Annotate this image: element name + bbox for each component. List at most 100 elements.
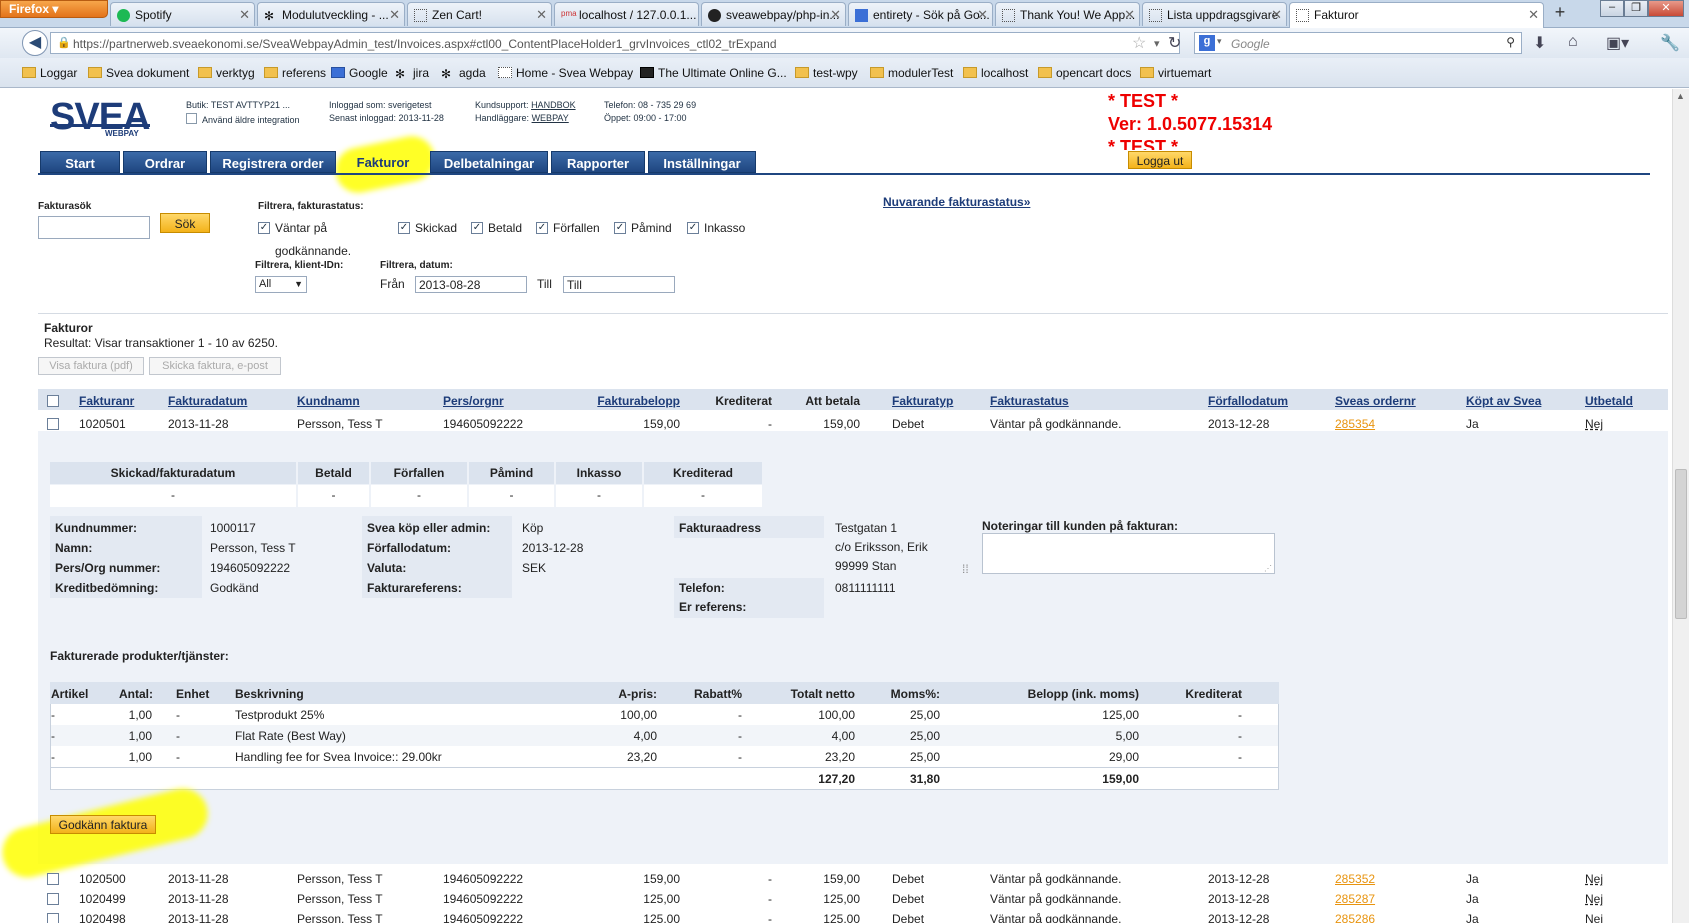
status-checkbox-inkasso[interactable]: ✓ <box>687 222 699 234</box>
close-icon[interactable]: ✕ <box>977 7 988 23</box>
bookmark-agda[interactable]: ✻ agda <box>441 66 486 81</box>
maximize-icon[interactable]: ❐ <box>1624 0 1648 17</box>
reload-icon[interactable]: ↻ <box>1168 33 1181 53</box>
notes-textarea[interactable]: ⋰ <box>982 533 1275 574</box>
col-fakturadatum[interactable]: Fakturadatum <box>168 394 247 408</box>
close-icon[interactable]: ✕ <box>536 7 547 23</box>
new-tab-button[interactable]: + <box>1548 2 1572 26</box>
row-checkbox[interactable] <box>47 913 59 923</box>
tab-github[interactable]: sveawebpay/php-in... ✕ <box>701 2 846 26</box>
addon-icon[interactable]: ▣▾ <box>1606 33 1629 53</box>
drag-handle-icon[interactable]: ⁞⁞ <box>962 562 969 576</box>
close-icon[interactable]: ✕ <box>830 7 841 23</box>
order-link[interactable]: 285352 <box>1335 872 1375 886</box>
tab-lista[interactable]: Lista uppdragsgivare ✕ <box>1142 2 1287 26</box>
nav-rapporter[interactable]: Rapporter <box>551 151 645 173</box>
logout-button[interactable]: Logga ut <box>1128 151 1192 169</box>
bookmark-home-svea[interactable]: Home - Svea Webpay <box>498 66 633 80</box>
bookmark-jira[interactable]: ✻ jira <box>395 66 429 81</box>
tab-localhost[interactable]: pma localhost / 127.0.0.1... <box>554 2 699 26</box>
page-scrollbar[interactable]: ▲ <box>1672 89 1689 923</box>
tab-zencart[interactable]: Zen Cart! ✕ <box>407 2 552 26</box>
tab-modulutveckling[interactable]: ✻ Modulutveckling - ... ✕ <box>257 2 405 26</box>
old-integration-checkbox[interactable] <box>186 113 197 124</box>
col-fakturastatus[interactable]: Fakturastatus <box>990 394 1069 408</box>
close-window-icon[interactable]: ✕ <box>1648 0 1684 17</box>
bookmark-modulertest[interactable]: modulerTest <box>870 66 953 80</box>
select-all-checkbox[interactable] <box>47 395 59 407</box>
invoice-search-input[interactable] <box>38 216 150 239</box>
bookmark-opencart[interactable]: opencart docs <box>1038 66 1131 80</box>
url-bar[interactable]: 🔒 https://partnerweb.sveaekonomi.se/SveaW… <box>50 32 1180 54</box>
bookmark-test-wpy[interactable]: test-wpy <box>795 66 858 80</box>
from-date-input[interactable]: 2013-08-28 <box>415 276 527 293</box>
downloads-icon[interactable]: ⬇ <box>1533 33 1546 53</box>
status-checkbox-skickad[interactable]: ✓ <box>398 222 410 234</box>
close-icon[interactable]: ✕ <box>1528 7 1539 23</box>
row-checkbox[interactable] <box>47 418 59 430</box>
client-select[interactable]: All ▼ <box>255 276 307 293</box>
cell-utbetald[interactable]: Nej <box>1585 892 1603 906</box>
approve-invoice-button[interactable]: Godkänn faktura <box>50 815 156 834</box>
nav-installningar[interactable]: Inställningar <box>648 151 756 173</box>
to-date-input[interactable]: Till <box>563 276 675 293</box>
dropdown-icon[interactable]: ▾ <box>1154 37 1160 50</box>
nav-registrera-order[interactable]: Registrera order <box>210 151 336 173</box>
handbok-link[interactable]: HANDBOK <box>531 100 576 110</box>
order-link[interactable]: 285286 <box>1335 912 1375 923</box>
col-fakturabelopp[interactable]: Fakturabelopp <box>580 394 680 408</box>
col-kundnamn[interactable]: Kundnamn <box>297 394 360 408</box>
status-checkbox-paamind[interactable]: ✓ <box>614 222 626 234</box>
bookmark-ultimate[interactable]: The Ultimate Online G... <box>640 66 787 80</box>
webpay-link[interactable]: WEBPAY <box>532 113 569 123</box>
close-icon[interactable]: ✕ <box>1271 7 1282 23</box>
col-fakturanr[interactable]: Fakturanr <box>79 394 134 408</box>
nav-ordrar[interactable]: Ordrar <box>123 151 207 173</box>
firefox-menu-button[interactable]: Firefox ▾ <box>0 0 108 18</box>
cell-utbetald[interactable]: Nej <box>1585 912 1603 923</box>
bookmark-localhost[interactable]: localhost <box>963 66 1028 80</box>
bookmark-svea-dokument[interactable]: Svea dokument <box>88 66 189 80</box>
col-sveas-ordernr[interactable]: Sveas ordernr <box>1335 394 1416 408</box>
current-status-link[interactable]: Nuvarande fakturastatus» <box>883 195 1030 209</box>
col-persorgnr[interactable]: Pers/orgnr <box>443 394 504 408</box>
bookmark-referens[interactable]: referens <box>264 66 326 80</box>
back-button[interactable]: ◀ <box>22 30 48 56</box>
tab-fakturor[interactable]: Fakturor ✕ <box>1289 2 1544 28</box>
home-icon[interactable]: ⌂ <box>1568 33 1578 51</box>
send-email-button[interactable]: Skicka faktura, e-post <box>149 357 281 375</box>
col-forfallodatum[interactable]: Förfallodatum <box>1208 394 1288 408</box>
nav-start[interactable]: Start <box>40 151 120 173</box>
magnifier-icon[interactable]: ⚲ <box>1506 35 1515 49</box>
cell-utbetald[interactable]: Nej <box>1585 872 1603 886</box>
search-input[interactable]: g ▾ Google ⚲ <box>1194 32 1522 54</box>
status-checkbox-betald[interactable]: ✓ <box>471 222 483 234</box>
status-checkbox-vantar[interactable]: ✓ <box>258 222 270 234</box>
col-kopt-av-svea[interactable]: Köpt av Svea <box>1466 394 1541 408</box>
row-checkbox[interactable] <box>47 873 59 885</box>
bookmark-verktyg[interactable]: verktyg <box>198 66 255 80</box>
view-pdf-button[interactable]: Visa faktura (pdf) <box>38 357 144 375</box>
close-icon[interactable]: ✕ <box>389 7 400 23</box>
minimize-icon[interactable]: – <box>1600 0 1624 17</box>
status-checkbox-forfallen[interactable]: ✓ <box>536 222 548 234</box>
order-link[interactable]: 285354 <box>1335 417 1375 431</box>
nav-fakturor[interactable]: Fakturor <box>338 151 428 173</box>
close-icon[interactable]: ✕ <box>1124 7 1135 23</box>
bookmark-virtuemart[interactable]: virtuemart <box>1140 66 1211 80</box>
col-utbetald[interactable]: Utbetald <box>1585 394 1633 408</box>
bookmark-google[interactable]: Google <box>331 66 388 80</box>
tab-spotify[interactable]: Spotify ✕ <box>110 2 255 26</box>
tab-thankyou[interactable]: Thank You! We App... ✕ <box>995 2 1140 26</box>
menu-icon[interactable]: 🔧 <box>1660 33 1680 53</box>
order-link[interactable]: 285287 <box>1335 892 1375 906</box>
bookmark-star-icon[interactable]: ☆ <box>1132 33 1146 53</box>
close-icon[interactable]: ✕ <box>239 7 250 23</box>
search-button[interactable]: Sök <box>160 213 210 233</box>
row-checkbox[interactable] <box>47 893 59 905</box>
cell-utbetald[interactable]: Nej <box>1585 417 1603 431</box>
nav-delbetalningar[interactable]: Delbetalningar <box>430 151 548 173</box>
col-fakturatyp[interactable]: Fakturatyp <box>892 394 953 408</box>
bookmark-loggar[interactable]: Loggar <box>22 66 77 80</box>
tab-entirety[interactable]: entirety - Sök på Go... ✕ <box>848 2 993 26</box>
